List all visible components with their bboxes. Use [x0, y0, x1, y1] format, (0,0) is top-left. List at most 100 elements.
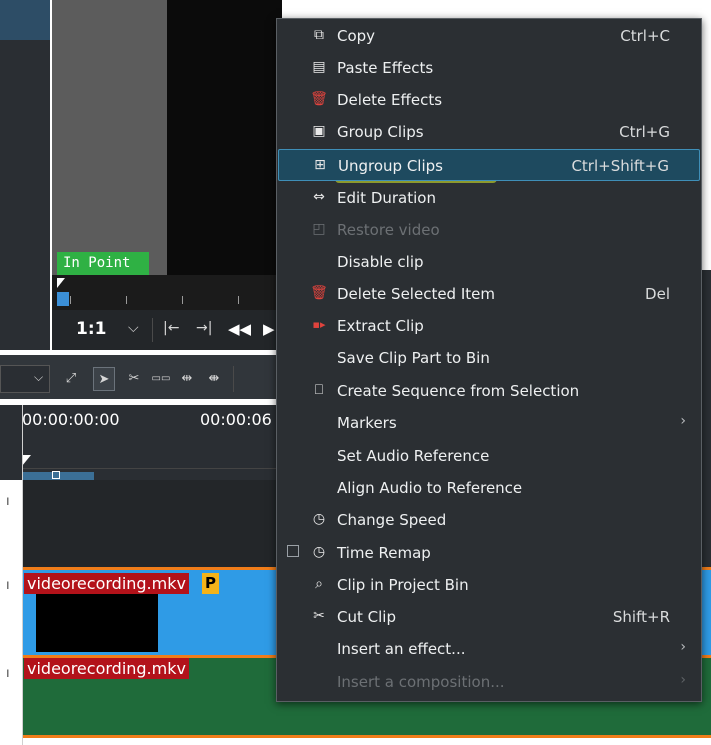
menu-item-label: Cut Clip — [337, 608, 396, 626]
zoom-level[interactable]: 1:1 — [76, 319, 106, 339]
menu-item-restore-video[interactable]: ◰ Restore video — [278, 214, 700, 246]
menu-item-insert-composition[interactable]: Insert a composition... › — [278, 666, 700, 698]
menu-item-disable-clip[interactable]: Disable clip — [278, 246, 700, 278]
time-remap-checkbox[interactable] — [287, 545, 299, 557]
zone-handle[interactable] — [52, 471, 60, 479]
proxy-badge: P — [202, 573, 219, 594]
ripple-tool-icon[interactable]: ⇹ — [176, 367, 198, 391]
empty-track[interactable] — [22, 480, 282, 567]
slip-tool-icon[interactable]: ⇼ — [203, 367, 225, 391]
play-icon[interactable]: ▶ — [263, 320, 275, 338]
menu-item-label: Group Clips — [337, 123, 424, 141]
track-headers — [0, 480, 22, 745]
paste-icon: ▤ — [312, 59, 326, 75]
menu-item-label: Insert an effect... — [337, 640, 466, 658]
speed-icon: ◷ — [312, 544, 326, 560]
menu-item-label: Align Audio to Reference — [337, 479, 523, 497]
menu-item-delete-selected[interactable]: 🗑 Delete Selected Item Del — [278, 278, 700, 310]
menu-item-paste-effects[interactable]: ▤ Paste Effects — [278, 52, 700, 84]
copy-icon: ⧉ — [314, 27, 324, 43]
menu-item-time-remap[interactable]: ◷ Time Remap — [278, 537, 700, 569]
rewind-icon[interactable]: ◀◀ — [228, 320, 251, 338]
menu-item-label: Edit Duration — [337, 189, 436, 207]
chevron-down-icon[interactable]: ⌵ — [34, 370, 43, 385]
razor-tool-icon[interactable]: ✂ — [123, 367, 145, 391]
go-to-start-icon[interactable]: |← — [163, 320, 179, 336]
chevron-right-icon: › — [680, 413, 686, 429]
menu-item-label: Save Clip Part to Bin — [337, 349, 490, 367]
video-clip-name: videorecording.mkv — [24, 573, 189, 594]
go-to-end-icon[interactable]: →| — [196, 320, 212, 336]
menu-item-label: Paste Effects — [337, 59, 434, 77]
in-point-label: In Point — [57, 252, 149, 275]
divider — [152, 318, 153, 342]
menu-item-label: Change Speed — [337, 511, 447, 529]
menu-item-shortcut: Shift+R — [612, 608, 670, 626]
timeline-playhead[interactable] — [22, 405, 23, 745]
trash-icon: 🗑 — [310, 91, 328, 107]
menu-item-set-audio-reference[interactable]: Set Audio Reference — [278, 440, 700, 472]
chevron-right-icon: › — [680, 672, 686, 688]
menu-item-shortcut: Ctrl+G — [619, 123, 670, 141]
timecode-start: 00:00:00:00 — [22, 410, 120, 429]
divider — [233, 366, 234, 392]
restore-icon: ◰ — [312, 221, 326, 237]
monitor-side-area — [52, 0, 167, 275]
audio-clip-border — [22, 735, 711, 738]
monitor-ruler-ticks — [70, 296, 280, 304]
menu-item-delete-effects[interactable]: 🗑 Delete Effects — [278, 84, 700, 116]
menu-item-extract-clip[interactable]: ▪▸ Extract Clip — [278, 310, 700, 342]
menu-item-ungroup-clips[interactable]: ⊞ Ungroup Clips Ctrl+Shift+G — [278, 149, 700, 181]
menu-item-label: Set Audio Reference — [337, 447, 490, 465]
menu-item-label: Markers — [337, 414, 397, 432]
menu-item-edit-duration[interactable]: ⇔ Edit Duration — [278, 182, 700, 214]
monitor-playhead-marker[interactable] — [57, 278, 65, 288]
menu-item-shortcut: Ctrl+Shift+G — [571, 157, 669, 175]
menu-item-align-audio[interactable]: Align Audio to Reference — [278, 472, 700, 504]
track-lock-icon[interactable]: ı — [6, 666, 10, 681]
menu-item-label: Create Sequence from Selection — [337, 382, 580, 400]
menu-item-label: Delete Selected Item — [337, 285, 495, 303]
menu-item-markers[interactable]: Markers › — [278, 407, 700, 439]
project-bin-header — [0, 0, 50, 40]
trash-icon: 🗑 — [310, 285, 328, 301]
monitor-preview — [167, 0, 282, 275]
project-bin-panel — [0, 0, 50, 350]
group-icon: ▣ — [312, 123, 326, 139]
snap-icon[interactable]: ⤢ — [60, 367, 82, 391]
menu-item-label: Ungroup Clips — [338, 157, 443, 175]
track-lock-icon[interactable]: ı — [6, 494, 10, 509]
timeline-ruler-line — [22, 468, 282, 469]
video-editor: In Point 1:1 ⌵ |← →| ◀◀ ▶ ⌵ ⤢ ➤ ✂ ▭▭ ⇹ ⇼… — [0, 0, 711, 745]
menu-item-label: Delete Effects — [337, 91, 443, 109]
timecode-mid: 00:00:06 — [200, 410, 272, 429]
menu-item-insert-effect[interactable]: Insert an effect... › — [278, 633, 700, 665]
scissors-icon: ✂ — [313, 608, 325, 624]
menu-item-create-sequence[interactable]: ⎕ Create Sequence from Selection — [278, 375, 700, 407]
menu-item-label: Disable clip — [337, 253, 424, 271]
video-clip-thumbnail — [36, 594, 158, 652]
menu-item-clip-in-project-bin[interactable]: ⌕ Clip in Project Bin — [278, 569, 700, 601]
extract-icon: ▪▸ — [312, 318, 326, 331]
menu-item-cut-clip[interactable]: ✂ Cut Clip Shift+R — [278, 601, 700, 633]
monitor-ruler[interactable] — [52, 275, 282, 310]
menu-item-copy[interactable]: ⧉ Copy Ctrl+C — [278, 20, 700, 52]
ungroup-icon: ⊞ — [314, 157, 326, 173]
spacer-tool-icon[interactable]: ▭▭ — [150, 367, 172, 391]
project-bin-icon: ⌕ — [315, 576, 323, 592]
timeline-playhead-marker[interactable] — [22, 455, 31, 466]
menu-item-shortcut: Ctrl+C — [620, 27, 670, 45]
menu-item-label: Extract Clip — [337, 317, 424, 335]
menu-item-save-clip-part[interactable]: Save Clip Part to Bin — [278, 342, 700, 374]
select-tool-icon[interactable]: ➤ — [93, 367, 115, 391]
chevron-down-icon[interactable]: ⌵ — [128, 320, 139, 336]
track-lock-icon[interactable]: ı — [6, 578, 10, 593]
chevron-right-icon: › — [680, 639, 686, 655]
menu-item-group-clips[interactable]: ▣ Group Clips Ctrl+G — [278, 116, 700, 148]
duration-icon: ⇔ — [313, 189, 325, 205]
menu-item-label: Restore video — [337, 221, 440, 239]
menu-item-label: Copy — [337, 27, 376, 45]
menu-item-change-speed[interactable]: ◷ Change Speed — [278, 504, 700, 536]
menu-item-label: Time Remap — [337, 544, 431, 562]
sequence-icon: ⎕ — [314, 382, 324, 398]
